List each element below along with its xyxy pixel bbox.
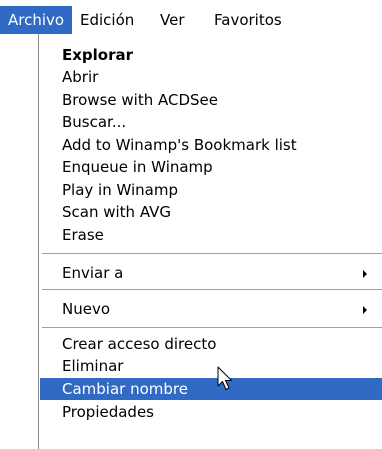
- menu-ver[interactable]: Ver: [152, 6, 193, 34]
- menu-item-nuevo-label: Nuevo: [62, 300, 111, 318]
- menu-item-scan-avg[interactable]: Scan with AVG: [40, 201, 382, 223]
- menu-bar: Archivo Edición Ver Favoritos: [0, 0, 382, 34]
- archivo-dropdown-menu: Explorar Abrir Browse with ACDSee Buscar…: [38, 34, 382, 449]
- menu-separator: [42, 327, 382, 328]
- menu-archivo[interactable]: Archivo: [0, 6, 73, 34]
- menu-item-nuevo[interactable]: Nuevo: [40, 298, 382, 320]
- menu-separator: [42, 253, 382, 254]
- menu-edicion[interactable]: Edición: [72, 6, 142, 34]
- menu-separator: [42, 289, 382, 290]
- menu-item-enqueue-winamp[interactable]: Enqueue in Winamp: [40, 156, 382, 178]
- menu-item-erase[interactable]: Erase: [40, 224, 382, 246]
- menu-item-enviar-a-label: Enviar a: [62, 264, 124, 282]
- menu-item-browse-acdsee[interactable]: Browse with ACDSee: [40, 89, 382, 111]
- menu-item-eliminar[interactable]: Eliminar: [40, 355, 382, 377]
- menu-item-cambiar-nombre[interactable]: Cambiar nombre: [40, 378, 382, 400]
- menu-item-enviar-a[interactable]: Enviar a: [40, 262, 382, 284]
- mouse-pointer-icon: [217, 366, 232, 390]
- submenu-arrow-icon: [363, 270, 367, 278]
- submenu-arrow-icon: [363, 306, 367, 314]
- menu-favoritos[interactable]: Favoritos: [206, 6, 290, 34]
- menu-item-propiedades[interactable]: Propiedades: [40, 401, 382, 423]
- menu-item-play-winamp[interactable]: Play in Winamp: [40, 179, 382, 201]
- menu-item-crear-acceso-directo[interactable]: Crear acceso directo: [40, 333, 382, 355]
- menu-item-winamp-bookmark[interactable]: Add to Winamp's Bookmark list: [40, 134, 382, 156]
- menu-item-abrir[interactable]: Abrir: [40, 66, 382, 88]
- menu-item-explorar[interactable]: Explorar: [40, 44, 382, 66]
- menu-item-buscar[interactable]: Buscar...: [40, 111, 382, 133]
